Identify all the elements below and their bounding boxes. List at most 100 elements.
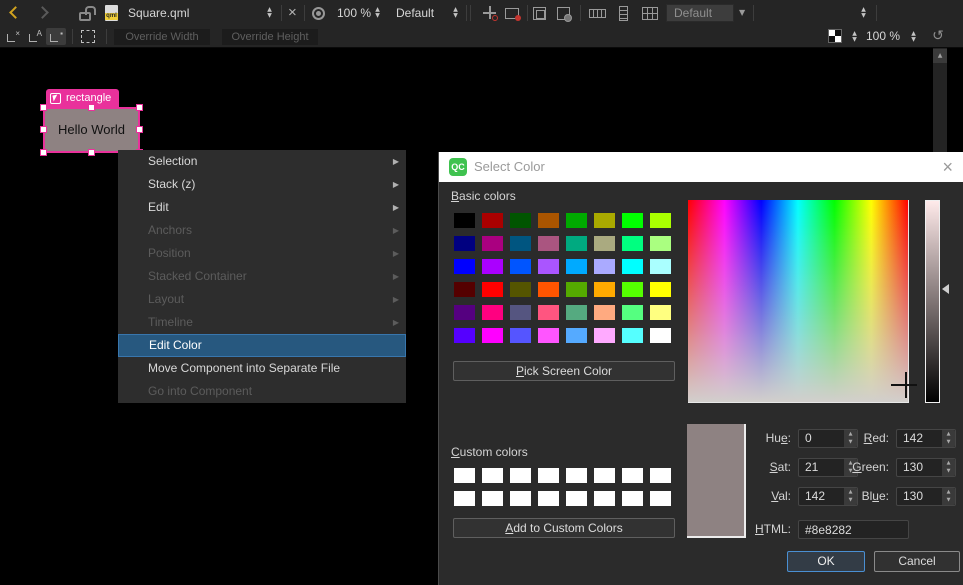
cancel-button[interactable]: Cancel [874, 551, 960, 572]
color-swatch[interactable] [650, 282, 671, 297]
color-swatch[interactable] [510, 328, 531, 343]
color-swatch[interactable] [594, 328, 615, 343]
menu-item-edit-color[interactable]: Edit Color [118, 334, 406, 357]
color-swatch[interactable] [622, 236, 643, 251]
color-swatch[interactable] [594, 213, 615, 228]
canvas-background-toggle-icon[interactable] [828, 29, 842, 43]
preview-zoom-spinner[interactable]: ▲ ▼ [372, 7, 383, 19]
dialog-title-bar[interactable]: QC Select Color × [439, 152, 963, 182]
menu-item-selection[interactable]: Selection ▶ [118, 150, 406, 173]
color-swatch[interactable] [594, 259, 615, 274]
color-swatch[interactable] [482, 328, 503, 343]
color-swatch[interactable] [482, 491, 503, 506]
color-swatch[interactable] [566, 236, 587, 251]
pick-screen-color-button[interactable]: Pick Screen Color [453, 361, 675, 381]
color-swatch[interactable] [454, 213, 475, 228]
add-to-custom-colors-button[interactable]: Add to Custom Colors [453, 518, 675, 538]
color-swatch[interactable] [538, 282, 559, 297]
forward-icon[interactable] [36, 6, 49, 19]
color-swatch[interactable] [538, 491, 559, 506]
dropdown-arrow-icon[interactable]: ▼ [739, 4, 745, 22]
color-swatch[interactable] [454, 328, 475, 343]
frame-component-icon[interactable] [533, 7, 546, 20]
value-slider[interactable] [925, 200, 940, 403]
color-swatch[interactable] [650, 236, 671, 251]
hue-saturation-picker[interactable] [688, 200, 909, 403]
color-swatch[interactable] [538, 328, 559, 343]
unlock-icon[interactable] [79, 12, 91, 21]
color-swatch[interactable] [566, 468, 587, 483]
snap-items-icon[interactable]: ▪ [46, 28, 66, 45]
color-swatch[interactable] [538, 305, 559, 320]
red-spinbox[interactable]: 142 ▲▼ [896, 429, 956, 448]
color-swatch[interactable] [482, 282, 503, 297]
color-swatch[interactable] [594, 282, 615, 297]
frame-selection-icon[interactable] [557, 7, 570, 20]
color-swatch[interactable] [510, 259, 531, 274]
color-swatch[interactable] [622, 491, 643, 506]
color-swatch[interactable] [622, 328, 643, 343]
color-swatch[interactable] [454, 259, 475, 274]
bounding-rect-warning-icon[interactable] [505, 8, 519, 19]
resize-handle-top-right[interactable] [136, 104, 143, 111]
color-swatch[interactable] [482, 213, 503, 228]
back-icon[interactable] [9, 6, 22, 19]
override-height-input[interactable] [222, 29, 318, 45]
color-swatch[interactable] [454, 236, 475, 251]
toolbar-right-spinner[interactable]: ▲ ▼ [858, 7, 869, 19]
current-file-name[interactable]: Square.qml [128, 0, 189, 26]
color-swatch[interactable] [482, 236, 503, 251]
color-swatch[interactable] [650, 259, 671, 274]
color-swatch[interactable] [510, 305, 531, 320]
preview-zoom-value[interactable]: 100 % [337, 0, 371, 26]
resize-handle-bottom[interactable] [88, 149, 95, 156]
move-anchor-icon[interactable] [483, 6, 497, 20]
canvas-zoom-value[interactable]: 100 % [866, 26, 900, 47]
color-swatch[interactable] [538, 468, 559, 483]
color-picker-crosshair[interactable] [905, 372, 907, 398]
color-swatch[interactable] [454, 491, 475, 506]
state-selector-spinner[interactable]: ▲ ▼ [450, 7, 461, 19]
color-swatch[interactable] [650, 468, 671, 483]
color-swatch[interactable] [622, 282, 643, 297]
green-spinbox[interactable]: 130 ▲▼ [896, 458, 956, 477]
color-swatch[interactable] [650, 491, 671, 506]
menu-item-move-component-into-separate-file[interactable]: Move Component into Separate File [118, 357, 406, 380]
color-swatch[interactable] [594, 236, 615, 251]
background-spinner[interactable]: ▲ ▼ [849, 31, 860, 43]
component-label-tab[interactable]: rectangle [46, 89, 119, 108]
color-swatch[interactable] [510, 282, 531, 297]
dialog-close-icon[interactable]: × [942, 152, 953, 182]
color-swatch[interactable] [454, 305, 475, 320]
color-swatch[interactable] [482, 259, 503, 274]
column-layout-icon[interactable] [619, 6, 628, 21]
color-swatch[interactable] [454, 282, 475, 297]
resize-handle-right[interactable] [136, 126, 143, 133]
scrollbar-up-icon[interactable]: ▲ [933, 49, 947, 63]
color-swatch[interactable] [482, 305, 503, 320]
color-swatch[interactable] [510, 213, 531, 228]
color-swatch[interactable] [594, 305, 615, 320]
color-swatch[interactable] [650, 305, 671, 320]
color-swatch[interactable] [566, 282, 587, 297]
color-swatch[interactable] [538, 259, 559, 274]
menu-item-stack-z[interactable]: Stack (z) ▶ [118, 173, 406, 196]
color-swatch[interactable] [510, 468, 531, 483]
red-spin-buttons[interactable]: ▲▼ [942, 430, 955, 447]
close-document-icon[interactable]: × [288, 0, 297, 26]
color-swatch[interactable] [622, 468, 643, 483]
resize-handle-bottom-left[interactable] [40, 149, 47, 156]
green-spin-buttons[interactable]: ▲▼ [942, 459, 955, 476]
color-swatch[interactable] [566, 491, 587, 506]
blue-spinbox[interactable]: 130 ▲▼ [896, 487, 956, 506]
color-swatch[interactable] [566, 328, 587, 343]
color-swatch[interactable] [650, 213, 671, 228]
color-swatch[interactable] [594, 468, 615, 483]
row-layout-icon[interactable] [589, 9, 606, 18]
file-selector-spinner[interactable]: ▲ ▼ [264, 7, 275, 19]
state-selector-value[interactable]: Default [396, 0, 434, 26]
color-swatch[interactable] [538, 213, 559, 228]
html-color-input[interactable] [798, 520, 909, 539]
snap-anchors-icon[interactable]: A [25, 28, 45, 45]
show-bounding-rects-icon[interactable] [81, 30, 95, 43]
